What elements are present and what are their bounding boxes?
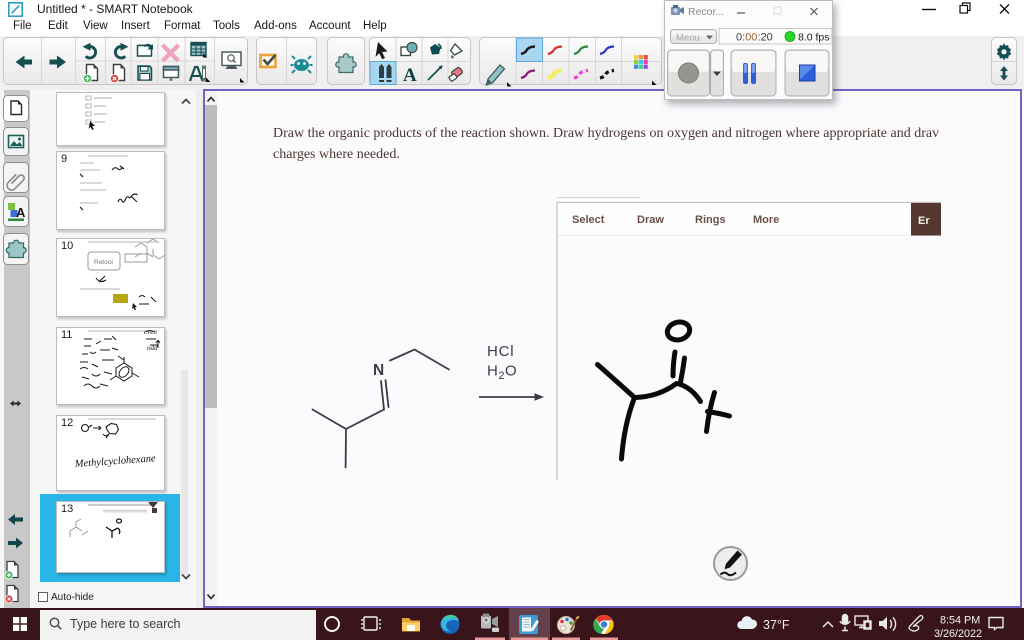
svg-text:0:00:20: 0:00:20 xyxy=(736,32,773,44)
svg-text:even: even xyxy=(144,328,157,336)
svg-text:Draw: Draw xyxy=(637,214,664,226)
svg-text:3/26/2022: 3/26/2022 xyxy=(934,628,982,640)
svg-text:N: N xyxy=(373,362,384,379)
svg-text:37°F: 37°F xyxy=(763,618,790,632)
svg-text:Rings: Rings xyxy=(695,214,726,226)
svg-text:Retool: Retool xyxy=(94,259,113,266)
svg-text:Menu: Menu xyxy=(676,33,700,44)
svg-text:Recor...: Recor... xyxy=(688,6,724,18)
svg-text:odd: odd xyxy=(147,344,158,352)
svg-text:More: More xyxy=(753,214,779,226)
svg-text:Methylcyclohexane: Methylcyclohexane xyxy=(73,453,156,470)
svg-text:HCl: HCl xyxy=(487,343,514,360)
svg-text:A: A xyxy=(403,65,417,86)
svg-text:8.0 fps: 8.0 fps xyxy=(798,32,830,44)
svg-text:8:54 PM: 8:54 PM xyxy=(940,615,980,627)
svg-text:H2O: H2O xyxy=(487,363,517,383)
svg-text:Select: Select xyxy=(572,214,605,226)
svg-text:Er: Er xyxy=(918,215,930,227)
